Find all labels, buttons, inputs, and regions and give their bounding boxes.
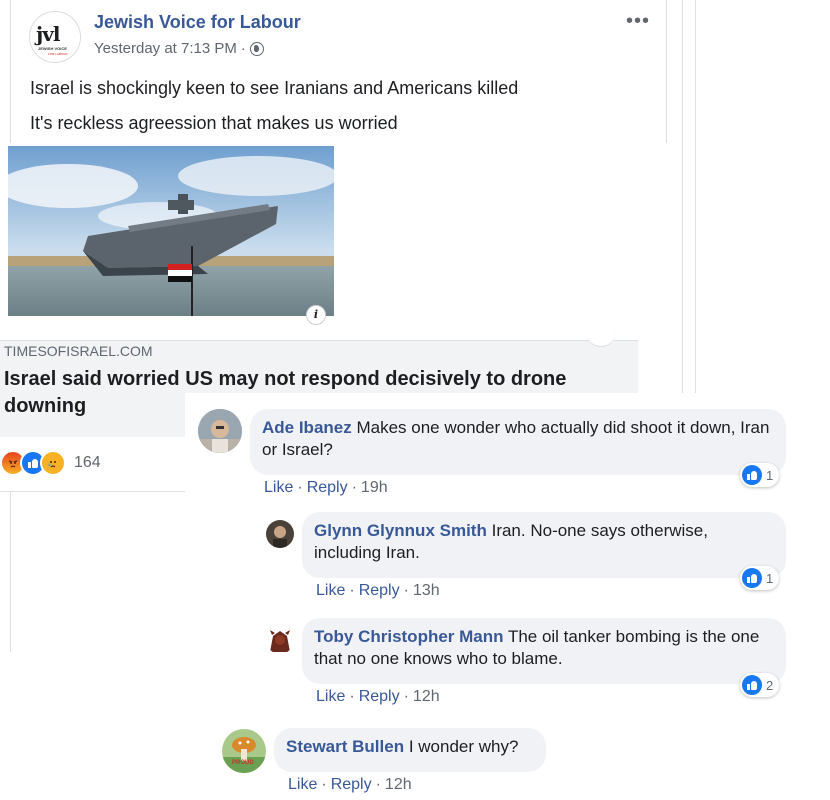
avatar-logo-subtext-2: FOR LABOUR <box>48 52 68 56</box>
post-text-line-1: Israel is shockingly keen to see Iranian… <box>30 78 519 98</box>
like-icon <box>742 465 762 485</box>
more-options-icon[interactable]: ••• <box>626 10 650 33</box>
link-preview-image[interactable] <box>8 146 334 316</box>
comment-reaction-badge[interactable]: 1 <box>740 566 780 590</box>
comment-reaction-count: 2 <box>766 677 774 693</box>
info-icon[interactable]: i <box>306 305 326 325</box>
comment-actions: Like · Reply · 13h <box>316 582 440 600</box>
post-text-line-2: It's reckless agreession that makes us w… <box>30 113 398 133</box>
post-meta: Yesterday at 7:13 PM · <box>94 40 264 57</box>
avatar[interactable] <box>266 626 294 654</box>
comment-actions: Like · Reply · 19h <box>264 479 388 497</box>
avatar-logo-text: jvl <box>36 22 60 46</box>
link-domain: TIMESOFISRAEL.COM <box>4 343 153 359</box>
like-link[interactable]: Like <box>288 776 317 794</box>
avatar-logo-subtext: JEWISH VOICE <box>38 46 67 51</box>
avatar[interactable]: PROUD <box>222 729 266 773</box>
like-icon <box>742 675 762 695</box>
comment-reaction-badge[interactable]: 2 <box>740 673 780 697</box>
comment-author[interactable]: Stewart Bullen <box>286 737 404 756</box>
aircraft-carrier-photo <box>8 146 334 316</box>
comment-time[interactable]: 19h <box>361 479 388 497</box>
post-timestamp[interactable]: Yesterday at 7:13 PM <box>94 40 237 57</box>
page-name-link[interactable]: Jewish Voice for Labour <box>94 12 301 33</box>
comment-time[interactable]: 13h <box>413 582 440 600</box>
scrollbar-track[interactable] <box>682 0 696 400</box>
reaction-count[interactable]: 164 <box>74 454 101 472</box>
comment-bubble: Glynn Glynnux Smith Iran. No-one says ot… <box>302 512 786 578</box>
comment-reaction-count: 1 <box>766 467 774 483</box>
like-icon <box>742 568 762 588</box>
sad-reaction-icon <box>40 450 66 476</box>
reactions-divider <box>0 491 185 492</box>
comment-thread-line <box>10 492 11 652</box>
comment-actions: Like · Reply · 12h <box>288 776 412 794</box>
like-link[interactable]: Like <box>316 582 345 600</box>
comment-actions: Like · Reply · 12h <box>316 688 440 706</box>
reply-link[interactable]: Reply <box>307 479 348 497</box>
comment-text: I wonder why? <box>408 737 519 756</box>
comment-reaction-badge[interactable]: 1 <box>740 463 780 487</box>
like-link[interactable]: Like <box>264 479 293 497</box>
comment-reaction-count: 1 <box>766 570 774 586</box>
comment-bubble: Ade Ibanez Makes one wonder who actually… <box>250 409 786 475</box>
reactions-summary[interactable]: 164 <box>0 450 101 476</box>
comment-bubble: Stewart Bullen I wonder why? <box>274 728 546 772</box>
meta-dot: · <box>240 40 246 57</box>
comment-time[interactable]: 12h <box>385 776 412 794</box>
avatar-caption: PROUD <box>232 760 254 766</box>
comment-bubble: Toby Christopher Mann The oil tanker bom… <box>302 618 786 684</box>
reply-link[interactable]: Reply <box>359 582 400 600</box>
comment-author[interactable]: Toby Christopher Mann <box>314 627 504 646</box>
page-avatar[interactable]: jvl JEWISH VOICE FOR LABOUR <box>29 11 81 63</box>
comment-author[interactable]: Glynn Glynnux Smith <box>314 521 487 540</box>
globe-icon <box>249 41 264 56</box>
avatar[interactable] <box>198 409 242 453</box>
like-link[interactable]: Like <box>316 688 345 706</box>
comment-author[interactable]: Ade Ibanez <box>262 418 352 437</box>
avatar[interactable] <box>266 520 294 548</box>
comment-time[interactable]: 12h <box>413 688 440 706</box>
reply-link[interactable]: Reply <box>359 688 400 706</box>
reply-link[interactable]: Reply <box>331 776 372 794</box>
